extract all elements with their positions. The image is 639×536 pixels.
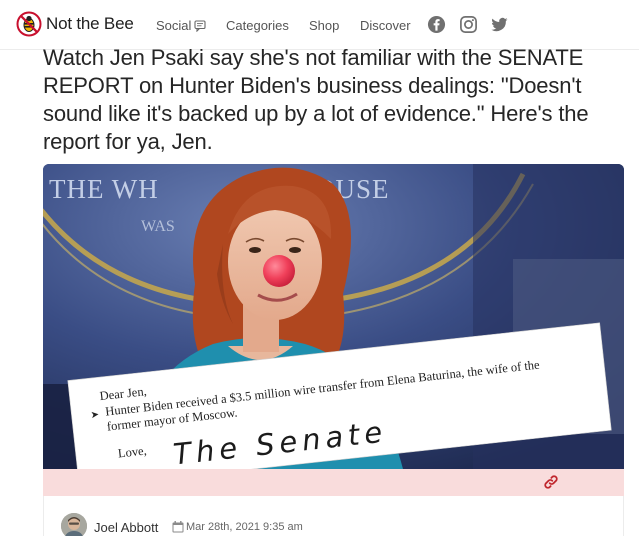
instagram-icon[interactable] [459, 15, 478, 34]
nav-social-label: Social [156, 18, 192, 33]
backdrop-text-small: WAS [141, 218, 175, 235]
nav-discover[interactable]: Discover [360, 18, 411, 33]
chat-bubble-icon [194, 19, 206, 32]
site-brand[interactable]: Not the Bee [16, 11, 134, 37]
author-avatar[interactable] [61, 513, 87, 536]
note-bullet: ➤ [90, 409, 100, 421]
backdrop-text-left: THE WH [49, 174, 159, 204]
nav-categories[interactable]: Categories [226, 18, 289, 33]
author-byline: Joel Abbott Mar 28th, 2021 9:35 am [43, 496, 624, 536]
facebook-icon[interactable] [427, 15, 446, 34]
nav-shop[interactable]: Shop [309, 18, 339, 33]
image-caption-bar [43, 469, 624, 496]
link-icon[interactable] [542, 473, 560, 491]
twitter-icon[interactable] [490, 15, 509, 34]
clown-nose [263, 255, 295, 287]
calendar-icon [172, 521, 184, 533]
article-headline: Watch Jen Psaki say she's not familiar w… [43, 45, 589, 154]
site-name: Not the Bee [46, 14, 134, 33]
article-hero-image: THE WH OUSE WAS Dear Jen, ➤ Hunter Biden… [43, 164, 624, 469]
bee-logo-icon [16, 11, 42, 37]
author-name[interactable]: Joel Abbott [94, 520, 158, 535]
nav-social[interactable]: Social [156, 18, 206, 33]
top-nav: Not the Bee Social Categories Shop Disco… [0, 0, 639, 50]
post-date: Mar 28th, 2021 9:35 am [186, 521, 303, 533]
